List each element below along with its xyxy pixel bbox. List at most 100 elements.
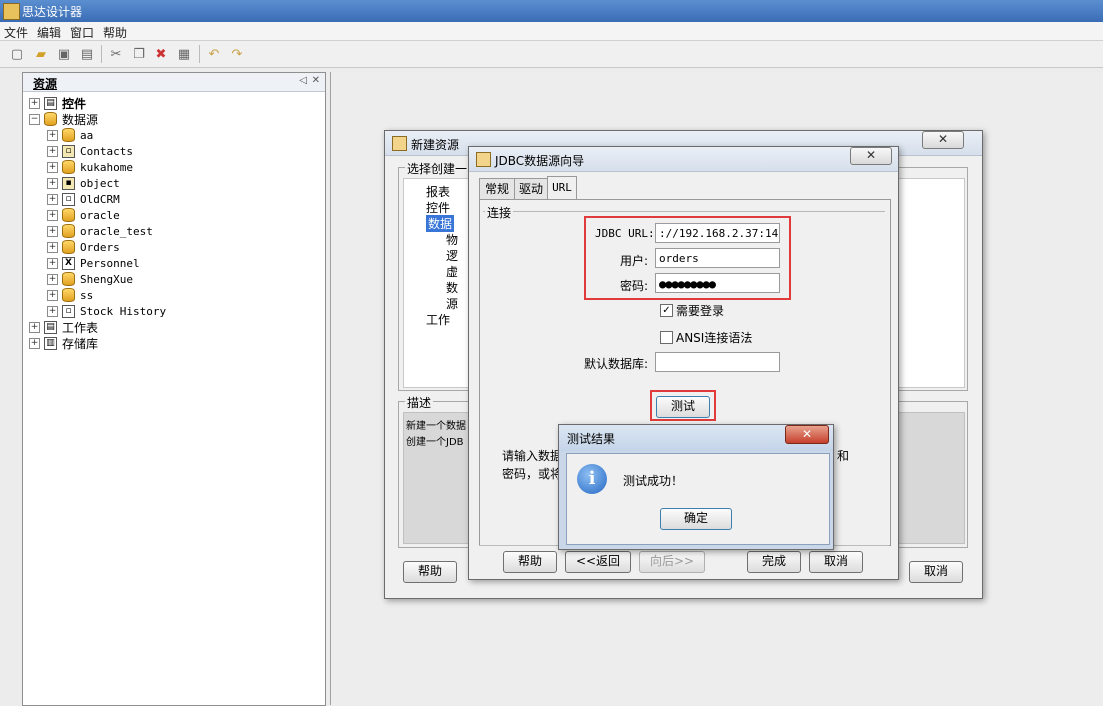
undo-icon[interactable]: ↶	[205, 45, 223, 63]
test-result-dialog: 测试结果 ✕ i 测试成功！ 确定	[558, 424, 834, 550]
connection-label: 连接	[485, 204, 514, 221]
tree-type-datasource[interactable]: 数据	[426, 215, 455, 232]
tree-type-worksheet[interactable]: 工作	[426, 311, 450, 328]
help-button[interactable]: 帮助	[503, 551, 557, 573]
tree-item-db[interactable]: + ss	[47, 287, 93, 303]
close-icon[interactable]: ✕	[850, 147, 892, 165]
paste-icon[interactable]: ▦	[175, 45, 193, 63]
tree-type-physical[interactable]: 物	[446, 231, 458, 248]
close-icon[interactable]: ✕	[922, 131, 964, 149]
hint-text: 请输入数据	[502, 449, 563, 463]
result-message: 测试成功！	[623, 474, 684, 488]
menu-window[interactable]: 窗口	[70, 24, 94, 41]
hint-text: 密码，或将	[502, 467, 563, 481]
expand-icon[interactable]: +	[47, 193, 58, 205]
menu-help[interactable]: 帮助	[103, 24, 127, 41]
test-result-titlebar: 测试结果 ✕	[559, 425, 833, 451]
ansi-label: ANSI连接语法	[676, 331, 753, 345]
tree-type-source[interactable]: 源	[446, 295, 458, 312]
tree-type-data[interactable]: 数	[446, 279, 458, 296]
close-icon[interactable]: ✕	[785, 425, 829, 444]
expand-icon[interactable]: +	[47, 241, 58, 253]
tree-item-db[interactable]: + ▪ object	[47, 175, 120, 191]
database-icon	[44, 112, 57, 126]
finish-button[interactable]: 完成	[747, 551, 801, 573]
redo-icon[interactable]: ↷	[228, 45, 246, 63]
save-icon[interactable]: ▣	[55, 45, 73, 63]
tree-type-controls[interactable]: 控件	[426, 199, 450, 216]
tree-item-controls[interactable]: + ▤ 控件	[29, 95, 86, 111]
tree-type-virtual[interactable]: 虚	[446, 263, 458, 280]
pin-icon[interactable]: ◁	[299, 75, 307, 86]
excel-source-icon: X	[62, 256, 75, 270]
help-button[interactable]: 帮助	[403, 561, 457, 583]
menu-edit[interactable]: 编辑	[37, 24, 61, 41]
open-folder-icon[interactable]: ▰	[32, 45, 50, 63]
tree-item-datasources[interactable]: − 数据源	[29, 111, 98, 127]
ansi-checkbox[interactable]	[660, 331, 673, 344]
save-all-icon[interactable]: ▤	[78, 45, 96, 63]
ok-button[interactable]: 确定	[660, 508, 732, 530]
test-result-title: 测试结果	[567, 432, 616, 446]
expand-icon[interactable]: +	[47, 289, 58, 301]
resource-panel-header: 资源 ◁ ✕	[23, 73, 325, 92]
require-login-checkbox[interactable]: ✓	[660, 304, 673, 317]
tree-item-repository[interactable]: + ▥ 存储库	[29, 335, 98, 351]
expand-icon[interactable]: +	[29, 321, 40, 333]
hint-text: 和	[837, 449, 850, 463]
jdbc-wizard-titlebar: JDBC数据源向导 ✕	[469, 147, 898, 172]
description-line: 创建一个JDB	[406, 437, 464, 448]
expand-icon[interactable]: +	[47, 209, 58, 221]
file-source-icon: ▫	[62, 304, 75, 318]
tree-type-report[interactable]: 报表	[426, 183, 450, 200]
expand-icon[interactable]: +	[47, 145, 58, 157]
expand-icon[interactable]: +	[47, 177, 58, 189]
default-db-input[interactable]	[655, 352, 780, 372]
copy-icon[interactable]: ❐	[130, 45, 148, 63]
jdbc-wizard-title: JDBC数据源向导	[495, 154, 585, 168]
expand-icon[interactable]: +	[47, 129, 58, 141]
tree-item-db[interactable]: + ▫ OldCRM	[47, 191, 120, 207]
tab-general[interactable]: 常规	[479, 178, 515, 200]
repository-icon: ▥	[44, 336, 57, 350]
database-icon	[62, 160, 75, 174]
expand-icon[interactable]: +	[47, 225, 58, 237]
tab-driver[interactable]: 驱动	[514, 178, 548, 200]
expand-icon[interactable]: +	[47, 273, 58, 285]
test-result-body: i 测试成功！ 确定	[566, 453, 830, 545]
tab-url[interactable]: URL	[547, 176, 577, 200]
expand-icon[interactable]: +	[47, 161, 58, 173]
cancel-button[interactable]: 取消	[909, 561, 963, 583]
default-db-label: 默认数据库:	[584, 357, 649, 371]
tree-item-db[interactable]: + ▫ Stock History	[47, 303, 166, 319]
tree-type-logical[interactable]: 逻	[446, 247, 458, 264]
cancel-button[interactable]: 取消	[809, 551, 863, 573]
expand-icon[interactable]: +	[47, 305, 58, 317]
window-titlebar: 思达设计器	[0, 0, 1103, 22]
tree-item-db[interactable]: + X Personnel	[47, 255, 140, 271]
collapse-icon[interactable]: −	[29, 113, 40, 125]
tree-item-db[interactable]: + oracle	[47, 207, 120, 223]
back-button[interactable]: <<返回	[565, 551, 631, 573]
delete-icon[interactable]: ✖	[152, 45, 170, 63]
test-button[interactable]: 测试	[656, 396, 710, 418]
cut-icon[interactable]: ✂	[107, 45, 125, 63]
app-icon	[3, 3, 20, 20]
close-panel-icon[interactable]: ✕	[312, 75, 320, 86]
new-file-icon[interactable]: ▢	[8, 45, 26, 63]
select-create-label: 选择创建一	[405, 160, 470, 177]
expand-icon[interactable]: +	[47, 257, 58, 269]
tree-item-db[interactable]: + ▫ Contacts	[47, 143, 133, 159]
menu-file[interactable]: 文件	[4, 24, 28, 41]
tree-item-db[interactable]: + ShengXue	[47, 271, 133, 287]
toolbar: ▢ ▰ ▣ ▤ ✂ ❐ ✖ ▦ ↶ ↷	[0, 41, 1103, 68]
tree-item-db[interactable]: + Orders	[47, 239, 120, 255]
expand-icon[interactable]: +	[29, 337, 40, 349]
next-button[interactable]: 向后>>	[639, 551, 705, 573]
expand-icon[interactable]: +	[29, 97, 40, 109]
tree-item-db[interactable]: + aa	[47, 127, 93, 143]
tree-item-db[interactable]: + oracle_test	[47, 223, 153, 239]
controls-icon: ▤	[44, 96, 57, 110]
tree-item-db[interactable]: + kukahome	[47, 159, 133, 175]
tree-item-worksheets[interactable]: + ▤ 工作表	[29, 319, 98, 335]
